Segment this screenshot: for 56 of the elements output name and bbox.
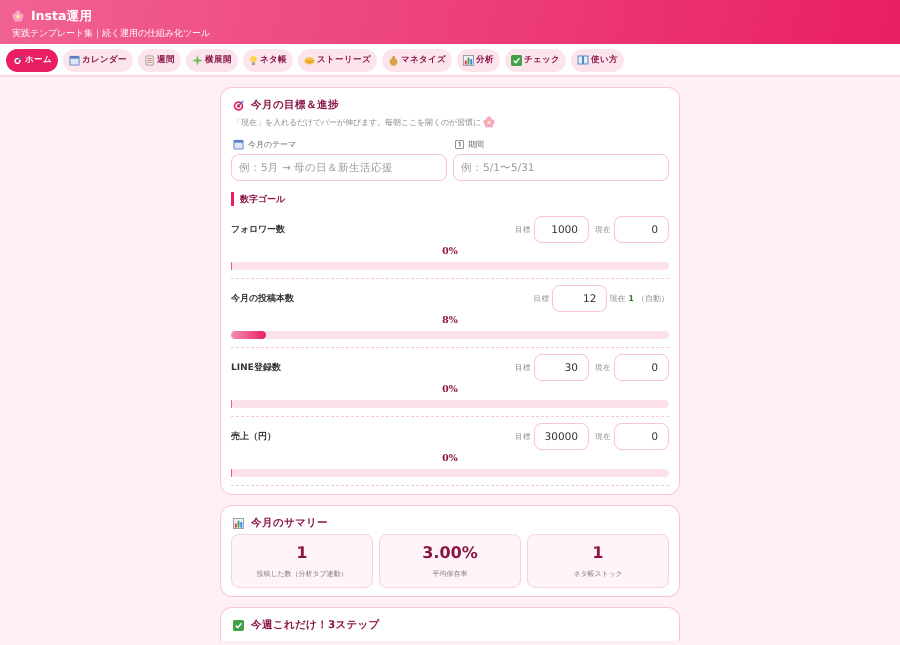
calendar-icon (233, 139, 244, 150)
period-input[interactable]: 例：5/1〜5/31 (453, 154, 669, 181)
app-title: Insta運用 (31, 8, 92, 24)
current-input[interactable]: 0 (614, 216, 669, 243)
app-subtitle: 実践テンプレート集｜続く運用の仕組み化ツール (12, 27, 210, 40)
goal-name: 今月の投稿本数 (231, 292, 295, 305)
current-input[interactable]: 0 (614, 423, 669, 450)
checkbox-icon (233, 620, 244, 630)
theme-input[interactable]: 例：5月 → 母の日＆新生活応援 (231, 154, 447, 181)
target-icon (12, 54, 23, 66)
nav-tab[interactable]: チェック (505, 48, 566, 72)
target-input[interactable]: 30000 (534, 423, 589, 450)
goal-name: LINE登録数 (231, 362, 282, 374)
nav-tab[interactable]: ホーム (6, 48, 58, 72)
card-title: 今週これだけ！3ステップ (251, 618, 380, 632)
stat-value: 1 (592, 543, 604, 562)
progress-percent: 8% (442, 315, 458, 326)
section-title: 数字ゴール (231, 192, 669, 206)
number-icon (455, 140, 464, 149)
current-input[interactable]: 0 (614, 354, 669, 381)
flower-icon (12, 10, 24, 22)
money-bag-icon (388, 54, 399, 66)
progress-percent: 0% (442, 453, 458, 464)
nav-tab[interactable]: 横展開 (186, 48, 238, 72)
nav-tab[interactable]: ストーリーズ (298, 48, 377, 72)
flower-icon (483, 116, 495, 128)
current-auto-text: 現在 1 （自動） (609, 293, 669, 304)
nav-tab[interactable]: カレンダー (63, 48, 133, 72)
lightbulb-icon (249, 54, 258, 66)
field-label: 今月のテーマ (248, 139, 296, 150)
target-input[interactable]: 1000 (534, 216, 589, 243)
goal-name: 売上（円） (231, 430, 277, 443)
stat-value: 3.00% (422, 543, 478, 562)
target-input[interactable]: 12 (552, 285, 608, 312)
goal-name: フォロワー数 (231, 224, 286, 236)
sparkle-icon (192, 54, 203, 66)
nav-tab[interactable]: 使い方 (571, 48, 624, 72)
bar-chart-icon (233, 518, 244, 528)
target-icon (233, 100, 244, 110)
book-icon (577, 55, 589, 65)
card-title: 今月の目標＆進捗 (251, 98, 339, 112)
bar-chart-icon (463, 54, 474, 66)
calendar-icon (69, 54, 80, 66)
checkbox-icon (511, 54, 522, 66)
hint-text: 「現在」を入れるだけでバーが伸びます。毎朝ここを開くのが習慣に (233, 116, 481, 128)
progress-percent: 0% (442, 246, 458, 257)
stat-value: 1 (296, 543, 308, 562)
nav-tab[interactable]: 週間 (138, 48, 181, 72)
field-label: 期間 (468, 139, 484, 150)
progress-percent: 0% (442, 384, 458, 395)
nav-tab[interactable]: ネタ帳 (243, 48, 293, 72)
target-input[interactable]: 30 (534, 354, 589, 381)
card-title: 今月のサマリー (251, 516, 328, 530)
notepad-icon (144, 54, 155, 66)
nav-tab[interactable]: 分析 (457, 48, 500, 72)
nav-tab[interactable]: マネタイズ (382, 48, 452, 72)
